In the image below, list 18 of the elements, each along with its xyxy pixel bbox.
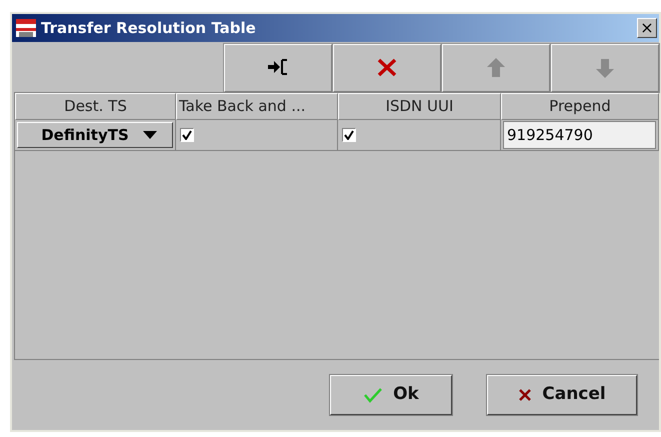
- column-header: Take Back and ...: [176, 93, 338, 120]
- checkbox[interactable]: [342, 128, 356, 142]
- column-header: Dest. TS: [15, 93, 176, 120]
- close-icon: [518, 388, 532, 402]
- checkbox[interactable]: [180, 128, 194, 142]
- insert-row-button[interactable]: [224, 44, 332, 92]
- table-icon: [15, 18, 37, 38]
- caret-icon: [142, 131, 157, 139]
- close-button[interactable]: ×: [637, 18, 657, 38]
- column-header: Prepend: [501, 93, 659, 120]
- ok-button[interactable]: Ok: [330, 375, 452, 415]
- prepend-field[interactable]: 919254790: [503, 121, 656, 149]
- delete-button[interactable]: [333, 44, 441, 92]
- column-header: ISDN UUI: [338, 93, 501, 120]
- cancel-button[interactable]: Cancel: [487, 375, 637, 415]
- check-icon: [363, 387, 384, 403]
- dropdown[interactable]: DefinityTS: [17, 122, 173, 148]
- window-title: Transfer Resolution Table: [41, 18, 257, 39]
